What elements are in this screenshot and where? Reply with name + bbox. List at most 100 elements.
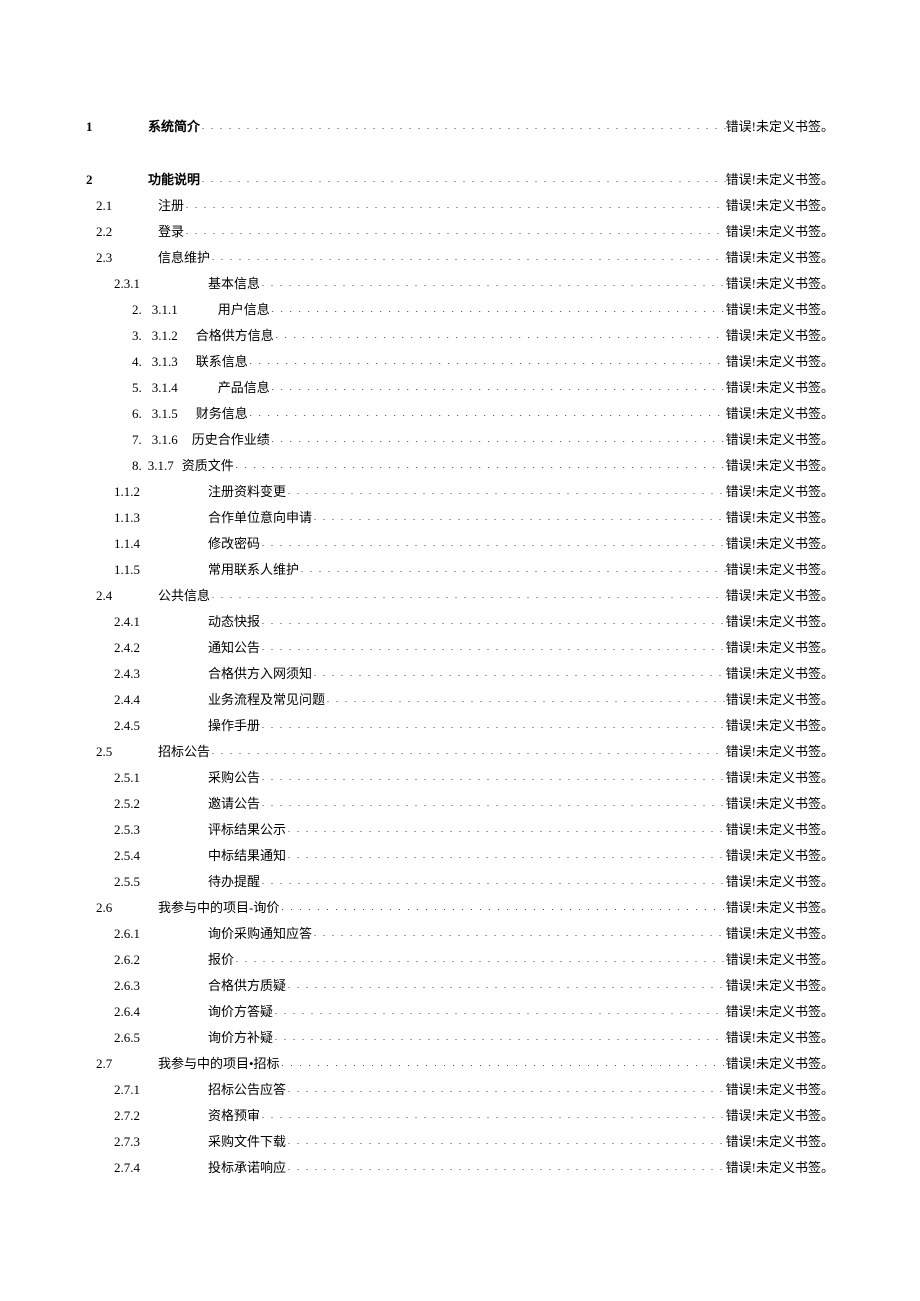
toc-entry[interactable]: 2.5.3评标结果公示. . . . . . . . . . . . . . .… (86, 823, 834, 836)
toc-entry-title: 询价采购通知应答 (208, 927, 312, 940)
toc-entry-page: 错误!未定义书签。 (726, 277, 834, 290)
toc-entry-sub-number: 3.1.4 (152, 381, 188, 394)
toc-entry[interactable]: 2.6.4询价方答疑. . . . . . . . . . . . . . . … (86, 1005, 834, 1018)
toc-entry-page: 错误!未定义书签。 (726, 693, 834, 706)
toc-entry[interactable]: 2.2登录. . . . . . . . . . . . . . . . . .… (86, 225, 834, 238)
toc-entry[interactable]: 1.1.4修改密码. . . . . . . . . . . . . . . .… (86, 537, 834, 550)
toc-entry-page: 错误!未定义书签。 (726, 485, 834, 498)
toc-entry-title: 采购文件下载 (208, 1135, 286, 1148)
toc-leader-dots: . . . . . . . . . . . . . . . . . . . . … (260, 774, 726, 782)
toc-entry-title: 业务流程及常见问题 (208, 693, 325, 706)
toc-entry-page: 错误!未定义书签。 (726, 459, 834, 472)
toc-entry-title: 动态快报 (208, 615, 260, 628)
toc-entry[interactable]: 2.4.1动态快报. . . . . . . . . . . . . . . .… (86, 615, 834, 628)
toc-leader-dots: . . . . . . . . . . . . . . . . . . . . … (248, 410, 726, 418)
toc-entry[interactable]: 8.3.1.7资质文件. . . . . . . . . . . . . . .… (86, 459, 834, 472)
toc-entry[interactable]: 2.5招标公告. . . . . . . . . . . . . . . . .… (86, 745, 834, 758)
toc-leader-dots: . . . . . . . . . . . . . . . . . . . . … (273, 1008, 726, 1016)
toc-entry-number: 1.1.2 (86, 485, 208, 498)
toc-entry-number: 1 (86, 120, 148, 133)
toc-entry-page: 错误!未定义书签。 (726, 225, 834, 238)
toc-leader-dots: . . . . . . . . . . . . . . . . . . . . … (286, 826, 726, 834)
toc-entry-number: 3. (86, 329, 152, 342)
toc-entry[interactable]: 2.7.4投标承诺响应. . . . . . . . . . . . . . .… (86, 1161, 834, 1174)
toc-entry[interactable]: 2.4.2通知公告. . . . . . . . . . . . . . . .… (86, 641, 834, 654)
toc-entry[interactable]: 1.1.2注册资料变更. . . . . . . . . . . . . . .… (86, 485, 834, 498)
toc-entry[interactable]: 2.3信息维护. . . . . . . . . . . . . . . . .… (86, 251, 834, 264)
toc-entry-title: 采购公告 (208, 771, 260, 784)
toc-entry[interactable]: 2.6我参与中的项目-询价. . . . . . . . . . . . . .… (86, 901, 834, 914)
toc-entry[interactable]: 2.6.2报价. . . . . . . . . . . . . . . . .… (86, 953, 834, 966)
toc-entry[interactable]: 4.3.1.3联系信息. . . . . . . . . . . . . . .… (86, 355, 834, 368)
toc-entry-title: 我参与中的项目-询价 (158, 901, 279, 914)
toc-entry[interactable]: 2.5.5待办提醒. . . . . . . . . . . . . . . .… (86, 875, 834, 888)
toc-entry-number: 2.7 (86, 1057, 158, 1070)
toc-entry-number: 2.3 (86, 251, 158, 264)
toc-entry-title: 注册资料变更 (208, 485, 286, 498)
toc-entry-page: 错误!未定义书签。 (726, 433, 834, 446)
toc-entry-sub-number: 3.1.7 (148, 459, 180, 472)
toc-entry-page: 错误!未定义书签。 (726, 1161, 834, 1174)
toc-entry[interactable]: 2.5.2邀请公告. . . . . . . . . . . . . . . .… (86, 797, 834, 810)
toc-entry-number: 2.5.1 (86, 771, 208, 784)
toc-entry-sub-number: 3.1.5 (152, 407, 188, 420)
toc-entry[interactable]: 1.1.5常用联系人维护. . . . . . . . . . . . . . … (86, 563, 834, 576)
toc-entry-title: 合格供方质疑 (208, 979, 286, 992)
toc-entry-page: 错误!未定义书签。 (726, 979, 834, 992)
toc-entry-page: 错误!未定义书签。 (726, 329, 834, 342)
toc-entry[interactable]: 2.4公共信息. . . . . . . . . . . . . . . . .… (86, 589, 834, 602)
toc-entry[interactable]: 2功能说明. . . . . . . . . . . . . . . . . .… (86, 173, 834, 186)
toc-entry-title: 待办提醒 (208, 875, 260, 888)
toc-entry-page: 错误!未定义书签。 (726, 667, 834, 680)
toc-entry-page: 错误!未定义书签。 (726, 641, 834, 654)
toc-entry-title: 招标公告应答 (208, 1083, 286, 1096)
toc-entry-title: 联系信息 (188, 355, 248, 368)
toc-entry-page: 错误!未定义书签。 (726, 199, 834, 212)
toc-entry-number: 4. (86, 355, 152, 368)
toc-entry-page: 错误!未定义书签。 (726, 1109, 834, 1122)
toc-entry[interactable]: 2.7我参与中的项目•招标. . . . . . . . . . . . . .… (86, 1057, 834, 1070)
toc-leader-dots: . . . . . . . . . . . . . . . . . . . . … (184, 228, 726, 236)
toc-entry-number: 2.6.1 (86, 927, 208, 940)
toc-entry-page: 错误!未定义书签。 (726, 615, 834, 628)
toc-entry[interactable]: 5.3.1.4产品信息. . . . . . . . . . . . . . .… (86, 381, 834, 394)
toc-leader-dots: . . . . . . . . . . . . . . . . . . . . … (248, 358, 726, 366)
toc-entry[interactable]: 2.1注册. . . . . . . . . . . . . . . . . .… (86, 199, 834, 212)
toc-entry-number: 2.7.2 (86, 1109, 208, 1122)
toc-leader-dots: . . . . . . . . . . . . . . . . . . . . … (270, 306, 726, 314)
toc-entry[interactable]: 2.4.3合格供方入网须知. . . . . . . . . . . . . .… (86, 667, 834, 680)
toc-entry[interactable]: 2.3.1基本信息. . . . . . . . . . . . . . . .… (86, 277, 834, 290)
toc-entry-number: 2.6 (86, 901, 158, 914)
toc-leader-dots: . . . . . . . . . . . . . . . . . . . . … (270, 436, 726, 444)
toc-entry[interactable]: 2.6.1询价采购通知应答. . . . . . . . . . . . . .… (86, 927, 834, 940)
toc-entry[interactable]: 2.7.2资格预审. . . . . . . . . . . . . . . .… (86, 1109, 834, 1122)
toc-entry-title: 操作手册 (208, 719, 260, 732)
toc-entry[interactable]: 1系统简介. . . . . . . . . . . . . . . . . .… (86, 120, 834, 133)
toc-entry[interactable]: 2.7.1招标公告应答. . . . . . . . . . . . . . .… (86, 1083, 834, 1096)
toc-entry[interactable]: 7.3.1.6历史合作业绩. . . . . . . . . . . . . .… (86, 433, 834, 446)
toc-entry-title: 常用联系人维护 (208, 563, 299, 576)
toc-entry-number: 5. (86, 381, 152, 394)
toc-entry-page: 错误!未定义书签。 (726, 953, 834, 966)
toc-entry[interactable]: 2.5.1采购公告. . . . . . . . . . . . . . . .… (86, 771, 834, 784)
toc-entry[interactable]: 2.4.5操作手册. . . . . . . . . . . . . . . .… (86, 719, 834, 732)
toc-entry[interactable]: 1.1.3合作单位意向申请. . . . . . . . . . . . . .… (86, 511, 834, 524)
toc-entry[interactable]: 6.3.1.5财务信息. . . . . . . . . . . . . . .… (86, 407, 834, 420)
toc-entry[interactable]: 2.7.3采购文件下载. . . . . . . . . . . . . . .… (86, 1135, 834, 1148)
toc-entry-page: 错误!未定义书签。 (726, 589, 834, 602)
toc-entry-number: 2.7.4 (86, 1161, 208, 1174)
toc-entry-number: 2.7.3 (86, 1135, 208, 1148)
toc-entry[interactable]: 2.6.5询价方补疑. . . . . . . . . . . . . . . … (86, 1031, 834, 1044)
toc-leader-dots: . . . . . . . . . . . . . . . . . . . . … (286, 982, 726, 990)
toc-entry-page: 错误!未定义书签。 (726, 901, 834, 914)
toc-entry[interactable]: 2.4.4业务流程及常见问题. . . . . . . . . . . . . … (86, 693, 834, 706)
toc-entry[interactable]: 2.3.1.1用户信息. . . . . . . . . . . . . . .… (86, 303, 834, 316)
toc-entry-number: 2.1 (86, 199, 158, 212)
toc-entry-number: 2.4 (86, 589, 158, 602)
toc-leader-dots: . . . . . . . . . . . . . . . . . . . . … (274, 332, 726, 340)
toc-entry[interactable]: 2.6.3合格供方质疑. . . . . . . . . . . . . . .… (86, 979, 834, 992)
toc-entry[interactable]: 3.3.1.2合格供方信息. . . . . . . . . . . . . .… (86, 329, 834, 342)
toc-leader-dots: . . . . . . . . . . . . . . . . . . . . … (260, 540, 726, 548)
toc-entry-number: 1.1.5 (86, 563, 208, 576)
toc-entry[interactable]: 2.5.4中标结果通知. . . . . . . . . . . . . . .… (86, 849, 834, 862)
